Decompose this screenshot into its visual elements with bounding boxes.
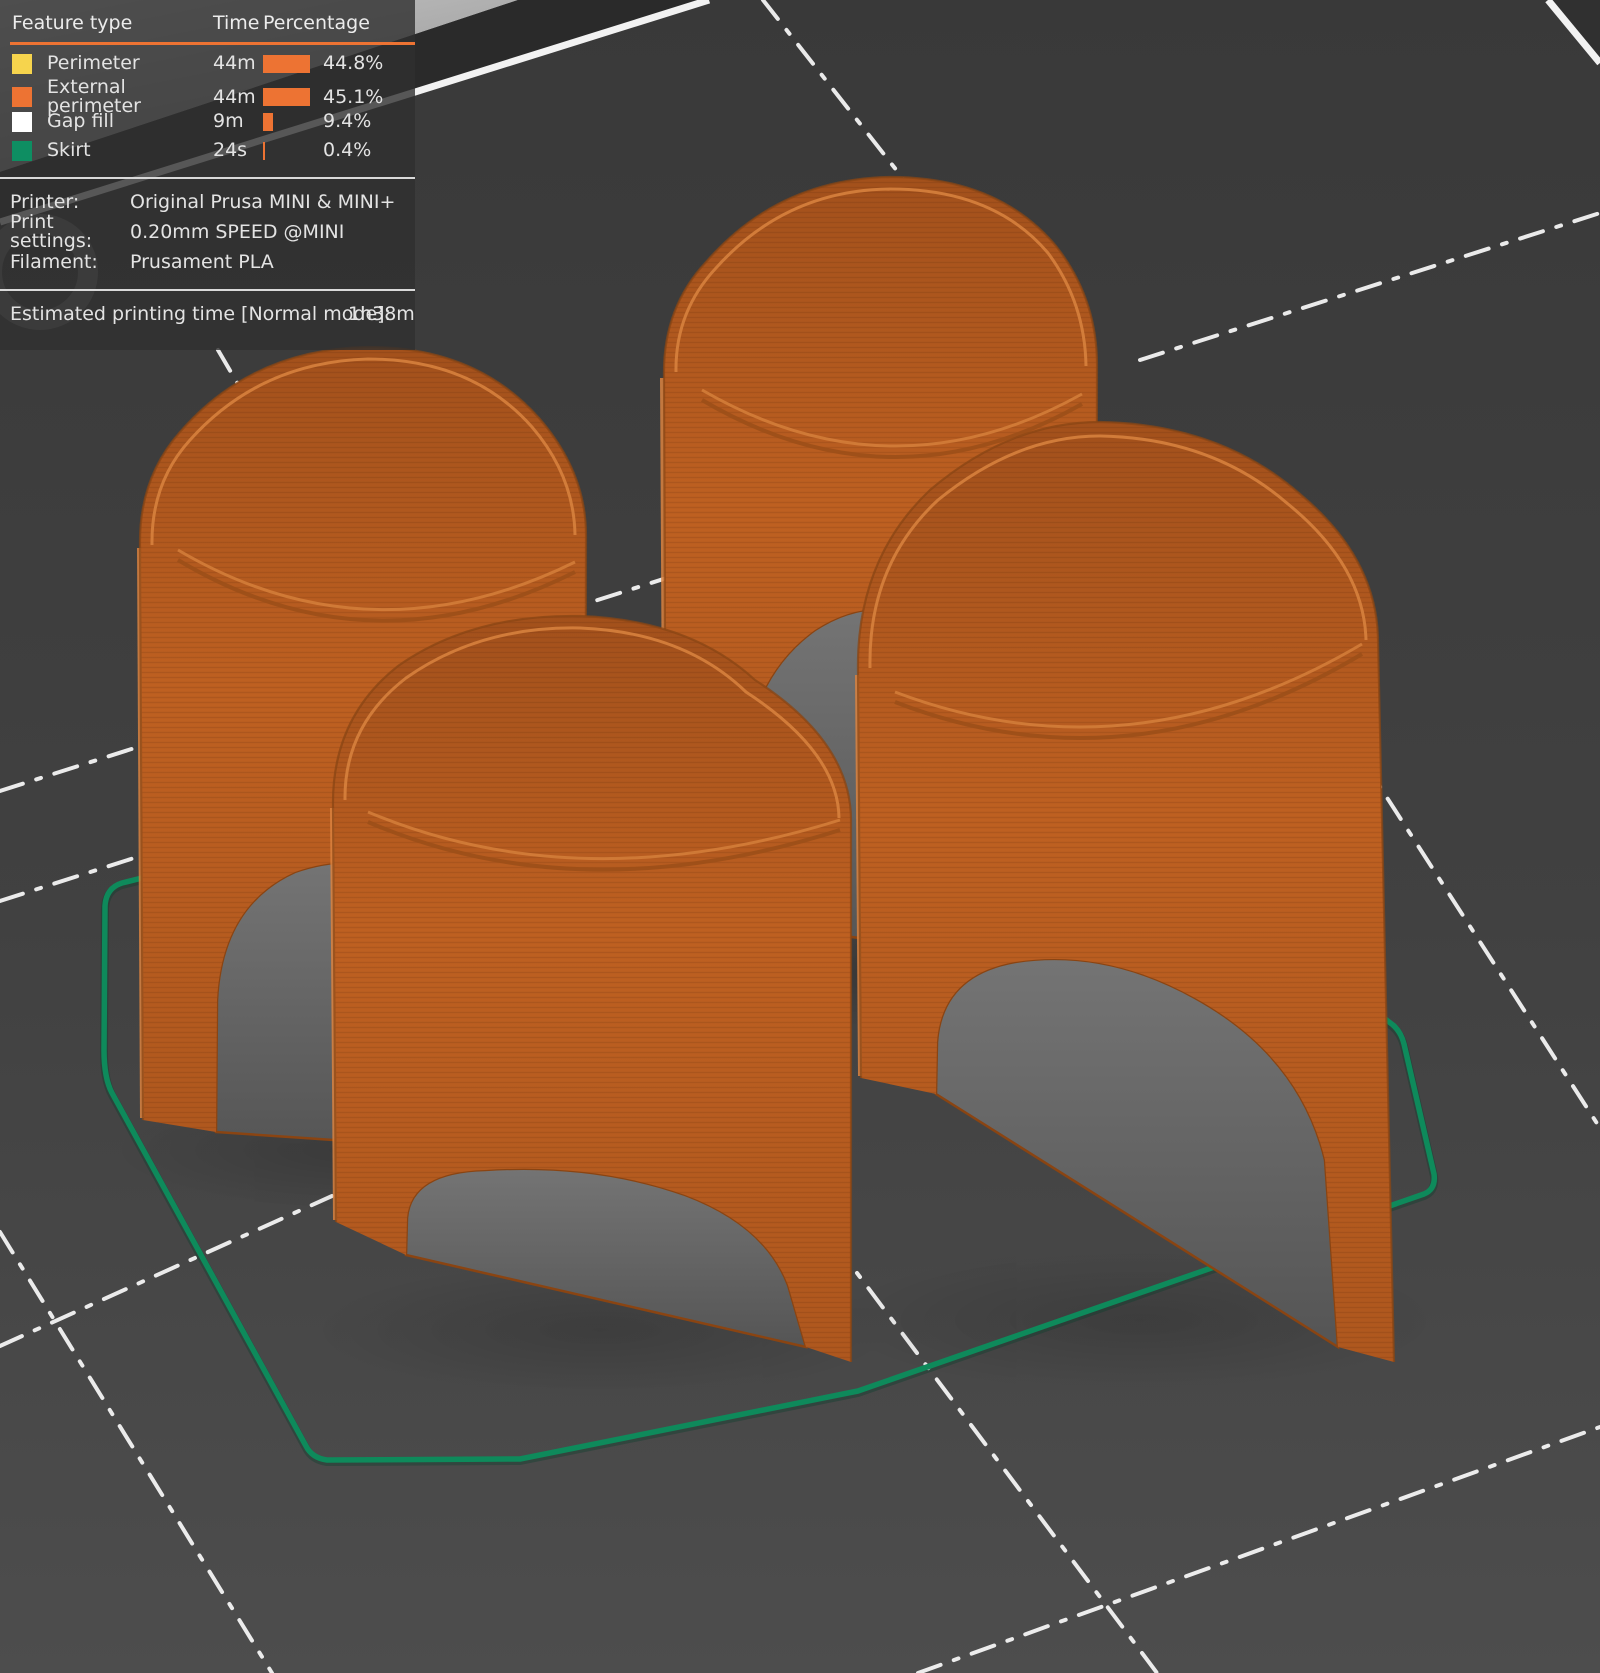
feature-percentage-value: 45.1% [323,85,384,108]
feature-label: Perimeter [47,52,140,74]
info-row-print-settings: Print settings: 0.20mm SPEED @MINI [0,213,415,251]
estimated-time-row: Estimated printing time [Normal mode]: 1… [0,291,415,337]
feature-percentage-bar [263,88,323,106]
feature-row: External perimeter 44m 45.1% [0,78,415,116]
info-value: Prusament PLA [130,250,274,273]
feature-time: 44m [213,85,256,108]
info-value: Original Prusa MINI & MINI+ [130,190,396,213]
feature-legend-panel: Feature type Time Percentage Perimeter 4… [0,0,415,350]
feature-label: Skirt [47,139,91,161]
feature-percentage-value: 9.4% [323,110,372,132]
feature-label: Gap fill [47,110,114,132]
feature-time: 24s [213,139,248,161]
column-header-percentage: Percentage [263,11,370,34]
feature-row: Gap fill 9m 9.4% [0,107,415,136]
info-label: Filament: [10,250,98,273]
estimated-time-label: Estimated printing time [Normal mode]: [10,302,391,325]
info-row-filament: Filament: Prusament PLA [0,247,415,277]
legend-header-row: Feature type Time Percentage [0,0,415,42]
feature-percentage-value: 44.8% [323,52,384,74]
feature-time: 9m [213,110,244,132]
feature-color-swatch [12,140,32,161]
feature-row: Perimeter 44m 44.8% [0,49,415,78]
column-header-feature-type: Feature type [12,11,133,34]
feature-percentage-value: 0.4% [323,139,372,161]
printed-object-4 [330,614,853,1362]
feature-rows-list: Perimeter 44m 44.8% External perimeter 4… [0,49,415,165]
feature-color-swatch [12,87,32,107]
panel-divider [0,177,415,179]
feature-percentage-bar [263,112,323,131]
feature-time: 44m [213,52,256,74]
feature-percentage-bar [263,141,323,160]
estimated-time-value: 1h38m [348,302,415,325]
info-value: 0.20mm SPEED @MINI [130,220,345,243]
column-header-time: Time [213,11,260,34]
print-info-list: Printer: Original Prusa MINI & MINI+ Pri… [0,187,415,277]
feature-color-swatch [12,53,32,74]
legend-accent-underline [10,42,415,45]
info-label: Print settings: [10,211,93,252]
feature-percentage-bar [263,54,323,73]
info-label: Printer: [10,190,80,213]
feature-row: Skirt 24s 0.4% [0,136,415,165]
feature-color-swatch [12,111,32,132]
gcode-preview-viewport[interactable]: Feature type Time Percentage Perimeter 4… [0,0,1600,1673]
